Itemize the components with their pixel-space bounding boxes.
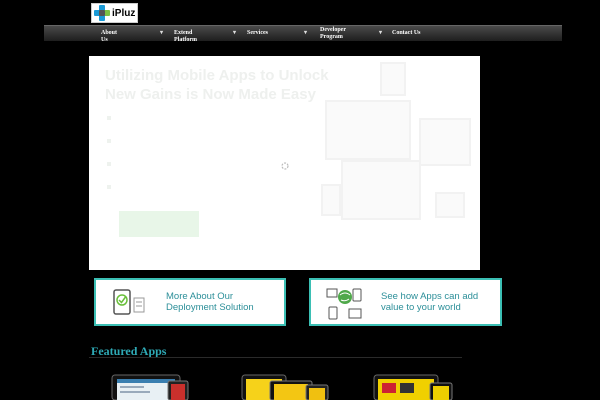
featured-app-thumbnail[interactable] [372, 373, 468, 400]
hero-bullet [107, 114, 317, 137]
hero-title: Utilizing Mobile Apps to Unlock New Gain… [105, 67, 329, 103]
logo-text: iPluz [112, 7, 136, 19]
nav-item-about-us[interactable]: About Us ▾ [44, 26, 163, 43]
nav-item-developer-program[interactable]: Developer Program ▾ [263, 26, 382, 42]
hero-device-image [321, 184, 341, 216]
hero-device-image [341, 160, 421, 220]
logo-mark-icon [94, 5, 110, 21]
promo-label: More About Our Deployment Solution [166, 291, 254, 313]
nav-item-label: About Us [101, 30, 118, 43]
nav-item-services[interactable]: Services ▾ [190, 26, 307, 42]
featured-app-thumbnail[interactable] [240, 373, 330, 400]
hero-device-image [435, 192, 465, 218]
featured-divider [89, 357, 462, 358]
hero-cta-button[interactable] [119, 211, 199, 237]
mobile-checklist-icon [113, 289, 145, 315]
hero-device-image [325, 100, 411, 160]
featured-app-thumbnail[interactable] [110, 373, 190, 400]
hero-device-image [380, 62, 406, 96]
spinner-icon [281, 162, 289, 170]
nav-item-contact-us[interactable]: Contact Us [336, 26, 436, 42]
hero-bullet [107, 137, 317, 160]
hero-bullet-list [107, 114, 317, 206]
devices-globe-icon [326, 288, 362, 320]
main-nav: About Us ▾ Extend Platform ▾ Services ▾ … [44, 25, 562, 43]
promo-deployment-solution[interactable]: More About Our Deployment Solution [94, 278, 286, 326]
nav-item-extend-platform[interactable]: Extend Platform ▾ [117, 26, 236, 43]
hero-bullet [107, 183, 317, 206]
nav-item-label: Contact Us [392, 30, 421, 36]
hero-device-image [419, 118, 471, 166]
site-logo[interactable]: iPluz [91, 3, 138, 23]
promo-label: See how Apps can add value to your world [381, 291, 479, 313]
promo-apps-value[interactable]: See how Apps can add value to your world [309, 278, 502, 326]
